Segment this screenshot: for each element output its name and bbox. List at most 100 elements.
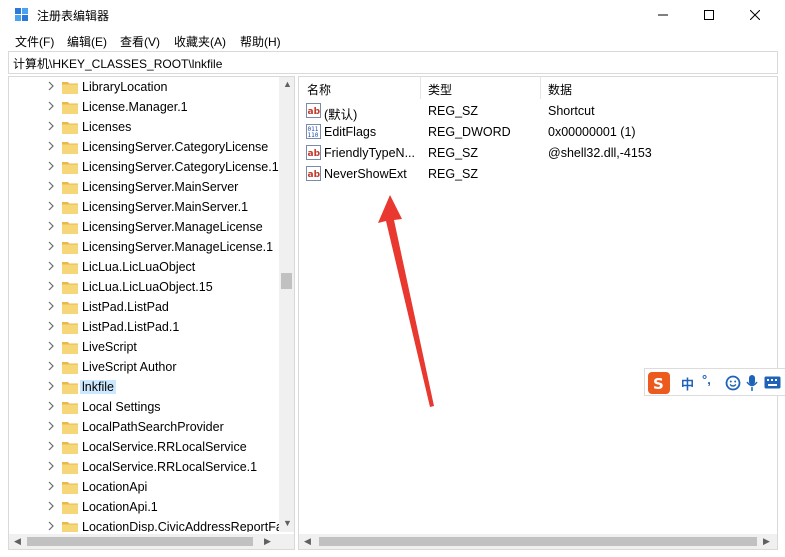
column-header-data[interactable]: 数据 <box>548 77 572 99</box>
minimize-button[interactable] <box>640 0 686 30</box>
tree-item[interactable]: LicLua.LicLuaObject <box>9 257 279 277</box>
chevron-right-icon[interactable] <box>47 421 55 431</box>
chevron-right-icon[interactable] <box>47 501 55 511</box>
keyboard-icon[interactable] <box>764 376 781 389</box>
tree-item-label: LiveScript <box>82 340 137 354</box>
tree-vertical-scroll-thumb[interactable] <box>281 273 292 289</box>
chevron-right-icon[interactable] <box>47 181 55 191</box>
value-type: REG_DWORD <box>428 125 511 139</box>
chevron-right-icon[interactable] <box>47 201 55 211</box>
folder-icon <box>62 402 78 414</box>
ime-mode-toggle[interactable]: 中 <box>681 374 694 393</box>
registry-editor-window: 注册表编辑器 文件(F) 编辑(E) 查看(V) 收藏夹(A) 帮助(H) 计算… <box>0 0 785 557</box>
chevron-right-icon[interactable] <box>47 321 55 331</box>
tree-item[interactable]: LibraryLocation <box>9 77 279 97</box>
menu-file[interactable]: 文件(F) <box>15 33 54 50</box>
tree-item[interactable]: License.Manager.1 <box>9 97 279 117</box>
chevron-right-icon[interactable] <box>47 221 55 231</box>
column-header-name[interactable]: 名称 <box>307 77 331 99</box>
chevron-right-icon[interactable] <box>47 341 55 351</box>
scroll-right-arrow-icon[interactable]: ▶ <box>763 536 770 547</box>
tree-item-label: LocationDisp.CivicAddressReportFactory <box>82 520 279 532</box>
chevron-right-icon[interactable] <box>47 361 55 371</box>
tree-item-label: LicensingServer.ManageLicense.1 <box>82 240 274 254</box>
column-separator[interactable] <box>540 77 541 99</box>
microphone-icon[interactable] <box>746 374 758 392</box>
key-tree-pane: LibraryLocation License.Manager.1 Licenses… <box>8 76 295 550</box>
tree-item[interactable]: LocalService.RRLocalService <box>9 437 279 457</box>
tree-vertical-scrollbar[interactable]: ▲ ▼ <box>279 77 294 532</box>
scroll-left-arrow-icon[interactable]: ◀ <box>14 536 21 547</box>
tree-item[interactable]: LocalPathSearchProvider <box>9 417 279 437</box>
list-horizontal-scrollbar[interactable]: ◀ ▶ <box>299 534 777 549</box>
menu-help[interactable]: 帮助(H) <box>240 33 281 50</box>
close-button[interactable] <box>732 0 778 30</box>
ime-toolbar[interactable]: S 中 °, <box>644 368 785 396</box>
chevron-right-icon[interactable] <box>47 401 55 411</box>
menu-view[interactable]: 查看(V) <box>120 33 160 50</box>
tree-item[interactable]: LocationApi.1 <box>9 497 279 517</box>
scroll-up-arrow-icon[interactable]: ▲ <box>283 79 292 89</box>
value-row[interactable]: ab (默认) REG_SZ Shortcut <box>299 100 777 122</box>
address-bar[interactable]: 计算机\HKEY_CLASSES_ROOT\lnkfile <box>8 51 778 74</box>
sogou-logo-icon[interactable]: S <box>648 372 670 394</box>
tree-item[interactable]: ListPad.ListPad.1 <box>9 317 279 337</box>
svg-text:ab: ab <box>308 149 321 159</box>
tree-item-label: LocationApi <box>82 480 148 494</box>
value-row[interactable]: 011 110 EditFlags REG_DWORD 0x00000001 (1) <box>299 121 777 142</box>
tree-item[interactable]: LocalService.RRLocalService.1 <box>9 457 279 477</box>
chevron-right-icon[interactable] <box>47 481 55 491</box>
chevron-right-icon[interactable] <box>47 281 55 291</box>
chevron-right-icon[interactable] <box>47 381 55 391</box>
chevron-right-icon[interactable] <box>47 461 55 471</box>
chevron-right-icon[interactable] <box>47 241 55 251</box>
scroll-down-arrow-icon[interactable]: ▼ <box>283 518 292 528</box>
chevron-right-icon[interactable] <box>47 161 55 171</box>
title-bar: 注册表编辑器 <box>0 0 785 30</box>
tree-item[interactable]: LicLua.LicLuaObject.15 <box>9 277 279 297</box>
ime-punctuation-toggle[interactable]: °, <box>702 372 711 387</box>
tree-item[interactable]: LiveScript <box>9 337 279 357</box>
tree-item[interactable]: LocationDisp.CivicAddressReportFactory <box>9 517 279 532</box>
chevron-right-icon[interactable] <box>47 261 55 271</box>
tree-item-label: LicensingServer.MainServer.1 <box>82 200 249 214</box>
folder-icon <box>62 182 78 194</box>
chevron-right-icon[interactable] <box>47 521 55 531</box>
address-path[interactable]: 计算机\HKEY_CLASSES_ROOT\lnkfile <box>13 55 222 72</box>
chevron-right-icon[interactable] <box>47 141 55 151</box>
scroll-right-arrow-icon[interactable]: ▶ <box>264 536 271 547</box>
tree-item[interactable]: LicensingServer.ManageLicense <box>9 217 279 237</box>
chevron-right-icon[interactable] <box>47 441 55 451</box>
svg-text:S: S <box>653 375 664 393</box>
folder-icon <box>62 102 78 114</box>
tree-item[interactable]: LicensingServer.CategoryLicense <box>9 137 279 157</box>
tree-item[interactable]: LicensingServer.CategoryLicense.1 <box>9 157 279 177</box>
tree-item[interactable]: LicensingServer.ManageLicense.1 <box>9 237 279 257</box>
tree-item[interactable]: Licenses <box>9 117 279 137</box>
chevron-right-icon[interactable] <box>47 81 55 91</box>
list-horizontal-scroll-thumb[interactable] <box>319 537 757 546</box>
svg-text:ab: ab <box>308 107 321 117</box>
scroll-left-arrow-icon[interactable]: ◀ <box>304 536 311 547</box>
value-row[interactable]: ab NeverShowExt REG_SZ <box>299 163 777 184</box>
tree-item[interactable]: LiveScript Author <box>9 357 279 377</box>
chevron-right-icon[interactable] <box>47 121 55 131</box>
tree-item[interactable]: LicensingServer.MainServer <box>9 177 279 197</box>
tree-item[interactable]: LocationApi <box>9 477 279 497</box>
tree-horizontal-scroll-thumb[interactable] <box>27 537 253 546</box>
tree-item[interactable]: LicensingServer.MainServer.1 <box>9 197 279 217</box>
value-row[interactable]: ab FriendlyTypeN... REG_SZ @shell32.dll,-41… <box>299 142 777 163</box>
emoji-icon[interactable] <box>725 375 741 391</box>
tree-item[interactable]: ListPad.ListPad <box>9 297 279 317</box>
chevron-right-icon[interactable] <box>47 301 55 311</box>
column-header-type[interactable]: 类型 <box>428 77 452 99</box>
tree-item[interactable]: lnkfile <box>9 377 279 397</box>
tree-item[interactable]: Local Settings <box>9 397 279 417</box>
chevron-right-icon[interactable] <box>47 101 55 111</box>
menu-edit[interactable]: 编辑(E) <box>67 33 107 50</box>
maximize-button[interactable] <box>686 0 732 30</box>
tree-horizontal-scrollbar[interactable]: ◀ ▶ <box>9 534 279 549</box>
column-separator[interactable] <box>420 77 421 99</box>
tree-item-label: ListPad.ListPad <box>82 300 169 314</box>
menu-favorites[interactable]: 收藏夹(A) <box>174 33 226 50</box>
